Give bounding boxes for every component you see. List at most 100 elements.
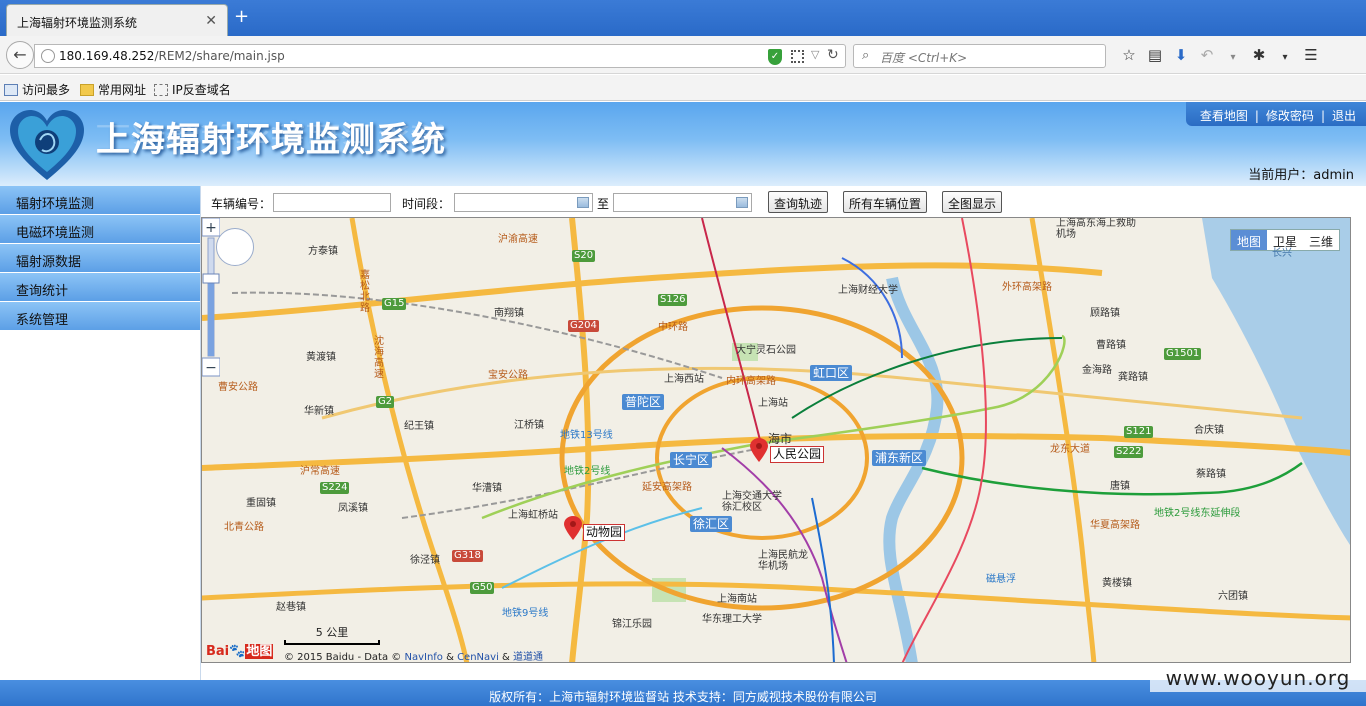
bug-icon[interactable]: ✱ [1246, 46, 1272, 64]
logout-link[interactable]: 退出 [1332, 109, 1356, 123]
close-tab-icon[interactable]: ✕ [205, 13, 217, 29]
bookmark-most-visited[interactable]: 访问最多 [4, 81, 70, 98]
globe-icon [41, 49, 55, 63]
road-label: 宝安公路 [488, 370, 528, 381]
place-label: 唐镇 [1110, 481, 1130, 492]
back-arrow-icon[interactable]: ← [6, 41, 34, 69]
district-label: 浦东新区 [872, 450, 927, 466]
top-links: 查看地图 | 修改密码 | 退出 [1185, 102, 1366, 126]
city-label: 海市 [768, 432, 793, 446]
bookmark-common-sites[interactable]: 常用网址 [80, 81, 146, 98]
metro-label: 地铁9号线 [502, 608, 549, 619]
place-label: 上海交通大学徐汇校区 [722, 491, 782, 513]
reload-icon[interactable]: ↻ [827, 47, 839, 63]
undo-icon[interactable]: ↶ [1194, 46, 1220, 64]
reading-list-icon[interactable]: ▤ [1142, 46, 1168, 64]
road-shield: G15 [382, 298, 407, 310]
map-copyright: © 2015 Baidu - Data © NavInfo & CenNavi … [284, 652, 544, 663]
place-label: 上海西站 [664, 374, 704, 385]
dropdown-icon[interactable]: ▽ [811, 48, 819, 61]
road-shield: S222 [1114, 446, 1144, 458]
place-label: 华新镇 [304, 406, 334, 417]
download-icon[interactable]: ⬇ [1168, 46, 1194, 64]
metro-label: 地铁2号线 [564, 466, 611, 477]
app-title-reflection: 上海辐射环境监测系统 [96, 121, 446, 146]
watermark: www.wooyun.org [1150, 664, 1366, 692]
chevron-down-icon[interactable]: ▾ [1220, 52, 1246, 63]
svg-text:−: − [205, 360, 217, 376]
start-date-input[interactable] [454, 193, 593, 212]
place-label: 上海财经大学 [838, 285, 898, 296]
view-map-link[interactable]: 查看地图 [1200, 109, 1248, 123]
metro-label: 磁悬浮 [986, 574, 1016, 585]
district-label: 虹口区 [810, 365, 853, 381]
road-label: 北青公路 [224, 522, 264, 533]
sidebar-item-em-monitoring[interactable]: 电磁环境监测 [0, 215, 200, 244]
vehicle-label: 车辆编号： [211, 197, 272, 211]
cennavi-link[interactable]: CenNavi [457, 652, 499, 662]
district-label: 普陀区 [622, 394, 665, 410]
calendar-icon[interactable] [577, 197, 589, 208]
road-label: 延安高架路 [642, 482, 692, 493]
address-bar[interactable]: 180.169.48.252/REM2/share/main.jsp ✓ ▽ ↻ [34, 44, 846, 68]
marker-pin-icon[interactable] [750, 438, 768, 462]
road-shield: S121 [1124, 426, 1154, 438]
shield-icon[interactable]: ✓ [768, 49, 782, 65]
browser-tab[interactable]: 上海辐射环境监测系统 ✕ [6, 4, 228, 36]
place-label: 上海高东海上救助机场 [1056, 218, 1136, 240]
svg-text:+: + [205, 220, 217, 236]
sidebar-item-radiation-monitoring[interactable]: 辐射环境监测 [0, 186, 200, 215]
period-label: 时间段： [402, 197, 451, 211]
road-label: 内环高架路 [726, 376, 776, 387]
query-track-button[interactable]: 查询轨迹 [768, 191, 829, 213]
map-type-3d[interactable]: 三维 [1303, 230, 1339, 250]
qr-code-icon[interactable] [791, 50, 804, 63]
url-text[interactable]: 180.169.48.252/REM2/share/main.jsp [59, 49, 285, 63]
vehicle-id-input[interactable] [273, 193, 391, 212]
marker-label[interactable]: 动物园 [583, 524, 626, 541]
star-icon[interactable]: ☆ [1116, 46, 1142, 64]
search-box[interactable]: ⌕ 百度 <Ctrl+K> [853, 44, 1106, 68]
browser-tab-strip: 上海辐射环境监测系统 ✕ + [0, 0, 1366, 36]
sidebar-item-query-stats[interactable]: 查询统计 [0, 273, 200, 302]
zoom-slider[interactable]: + − [202, 218, 220, 378]
query-toolbar: 车辆编号： 时间段： 至 查询轨迹 所有车辆位置 全图显示 [201, 186, 1366, 217]
calendar-icon[interactable] [736, 197, 748, 208]
sidebar-item-system-admin[interactable]: 系统管理 [0, 302, 200, 331]
marker-pin-icon[interactable] [564, 516, 582, 540]
map-scale: 5 公里 [284, 624, 380, 645]
browser-tab-title: 上海辐射环境监测系统 [17, 16, 138, 30]
sidebar: 辐射环境监测 电磁环境监测 辐射源数据 查询统计 系统管理 [0, 186, 200, 331]
road-shield: S224 [320, 482, 350, 494]
marker-label[interactable]: 人民公园 [770, 446, 825, 463]
road-shield: G204 [568, 320, 599, 332]
map-view[interactable]: + − 地图 卫星 三维 虹口区 普陀区 长宁区 浦东新区 徐汇区 方泰镇 南翔… [201, 217, 1351, 663]
all-vehicles-button[interactable]: 所有车辆位置 [843, 191, 928, 213]
navinfo-link[interactable]: NavInfo [404, 652, 442, 662]
menu-icon[interactable]: ☰ [1298, 46, 1324, 64]
bookmark-ip-lookup[interactable]: IP反查域名 [154, 81, 231, 98]
place-label: 锦江乐园 [612, 619, 652, 630]
district-label: 长宁区 [670, 452, 713, 468]
full-view-button[interactable]: 全图显示 [942, 191, 1003, 213]
end-date-input[interactable] [613, 193, 752, 212]
chevron-down-icon[interactable]: ▾ [1272, 52, 1298, 63]
map-type-map[interactable]: 地图 [1230, 230, 1267, 250]
place-label: 上海虹桥站 [508, 510, 558, 521]
metro-label: 地铁13号线 [560, 430, 613, 441]
place-label: 华东理工大学 [702, 614, 762, 625]
place-label: 黄渡镇 [306, 352, 336, 363]
place-label: 长兴 [1272, 248, 1292, 259]
daodaotong-link[interactable]: 道道通 [513, 652, 543, 662]
new-tab-icon[interactable]: + [234, 8, 249, 26]
road-label: 华夏高架路 [1090, 520, 1140, 531]
place-label: 赵巷镇 [276, 602, 306, 613]
place-label: 顾路镇 [1090, 308, 1120, 319]
place-label: 六团镇 [1218, 591, 1248, 602]
baidu-logo[interactable]: Bai🐾地图 [206, 640, 274, 659]
place-label: 华漕镇 [472, 483, 502, 494]
change-password-link[interactable]: 修改密码 [1266, 109, 1314, 123]
sidebar-item-radiation-source[interactable]: 辐射源数据 [0, 244, 200, 273]
map-pan-control[interactable] [216, 228, 254, 266]
browser-nav-bar: ← 180.169.48.252/REM2/share/main.jsp ✓ ▽… [0, 36, 1366, 74]
